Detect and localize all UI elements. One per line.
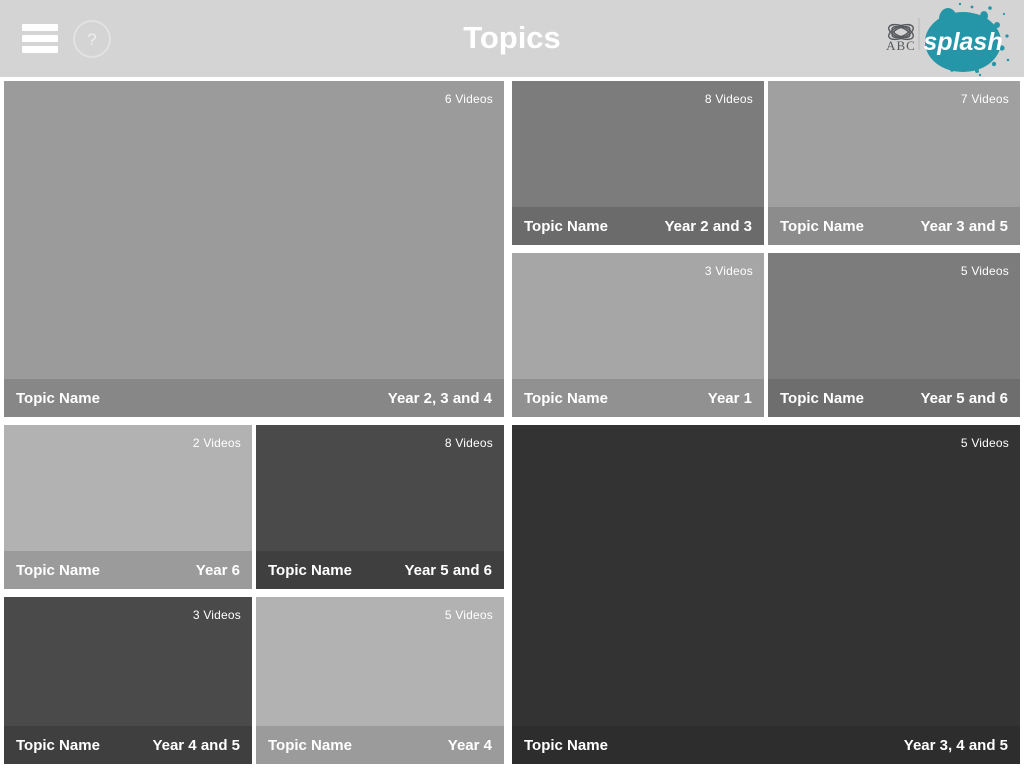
topic-tile[interactable]: 8 Videos Topic Name Year 2 and 3 xyxy=(512,81,764,245)
tile-footer: Topic Name Year 4 and 5 xyxy=(4,726,252,764)
topic-tile[interactable]: 2 Videos Topic Name Year 6 xyxy=(4,425,252,589)
tile-topic-name: Topic Name xyxy=(16,561,100,579)
tile-video-count: 5 Videos xyxy=(960,264,1009,278)
tile-topic-name: Topic Name xyxy=(524,389,608,407)
svg-text:ABC: ABC xyxy=(886,38,916,53)
topics-grid: 6 Videos Topic Name Year 2, 3 and 4 8 Video… xyxy=(0,77,1024,768)
tile-video-count: 6 Videos xyxy=(444,92,493,106)
topic-tile[interactable]: 8 Videos Topic Name Year 5 and 6 xyxy=(256,425,504,589)
tile-footer: Topic Name Year 3, 4 and 5 xyxy=(512,726,1020,764)
tile-topic-name: Topic Name xyxy=(268,561,352,579)
tile-video-count: 8 Videos xyxy=(444,436,493,450)
abc-splash-logo[interactable]: splash ABC xyxy=(880,0,1012,77)
topic-tile[interactable]: 5 Videos Topic Name Year 3, 4 and 5 xyxy=(512,425,1020,764)
tile-topic-name: Topic Name xyxy=(524,736,608,754)
tile-video-count: 5 Videos xyxy=(444,608,493,622)
tile-footer: Topic Name Year 6 xyxy=(4,551,252,589)
topic-tile[interactable]: 5 Videos Topic Name Year 5 and 6 xyxy=(768,253,1020,417)
tile-year-range: Year 4 xyxy=(447,736,492,754)
tile-video-count: 3 Videos xyxy=(192,608,241,622)
tile-year-range: Year 6 xyxy=(195,561,240,579)
svg-text:splash: splash xyxy=(923,28,1002,56)
tile-footer: Topic Name Year 2 and 3 xyxy=(512,207,764,245)
tile-topic-name: Topic Name xyxy=(268,736,352,754)
tile-year-range: Year 3, 4 and 5 xyxy=(903,736,1008,754)
tile-footer: Topic Name Year 5 and 6 xyxy=(256,551,504,589)
tile-year-range: Year 2, 3 and 4 xyxy=(387,389,492,407)
page-title: Topics xyxy=(463,20,561,55)
tile-topic-name: Topic Name xyxy=(524,217,608,235)
tile-video-count: 3 Videos xyxy=(704,264,753,278)
tile-video-count: 2 Videos xyxy=(192,436,241,450)
app-header: ? Topics splash ABC xyxy=(0,0,1024,77)
tile-year-range: Year 5 and 6 xyxy=(920,389,1008,407)
tile-topic-name: Topic Name xyxy=(16,389,100,407)
tile-footer: Topic Name Year 3 and 5 xyxy=(768,207,1020,245)
tile-footer: Topic Name Year 5 and 6 xyxy=(768,379,1020,417)
topic-tile[interactable]: 6 Videos Topic Name Year 2, 3 and 4 xyxy=(4,81,504,417)
topic-tile[interactable]: 5 Videos Topic Name Year 4 xyxy=(256,597,504,764)
tile-year-range: Year 4 and 5 xyxy=(152,736,240,754)
abc-splash-logo-svg: splash ABC xyxy=(886,2,1010,77)
topic-tile[interactable]: 7 Videos Topic Name Year 3 and 5 xyxy=(768,81,1020,245)
tile-video-count: 8 Videos xyxy=(704,92,753,106)
tile-video-count: 5 Videos xyxy=(960,436,1009,450)
topic-tile[interactable]: 3 Videos Topic Name Year 1 xyxy=(512,253,764,417)
tile-year-range: Year 2 and 3 xyxy=(664,217,752,235)
tile-footer: Topic Name Year 4 xyxy=(256,726,504,764)
tile-footer: Topic Name Year 2, 3 and 4 xyxy=(4,379,504,417)
tile-year-range: Year 3 and 5 xyxy=(920,217,1008,235)
tile-footer: Topic Name Year 1 xyxy=(512,379,764,417)
topic-tile[interactable]: 3 Videos Topic Name Year 4 and 5 xyxy=(4,597,252,764)
tile-topic-name: Topic Name xyxy=(780,217,864,235)
tile-topic-name: Topic Name xyxy=(780,389,864,407)
tile-year-range: Year 5 and 6 xyxy=(404,561,492,579)
tile-topic-name: Topic Name xyxy=(16,736,100,754)
tile-year-range: Year 1 xyxy=(707,389,752,407)
tile-video-count: 7 Videos xyxy=(960,92,1009,106)
